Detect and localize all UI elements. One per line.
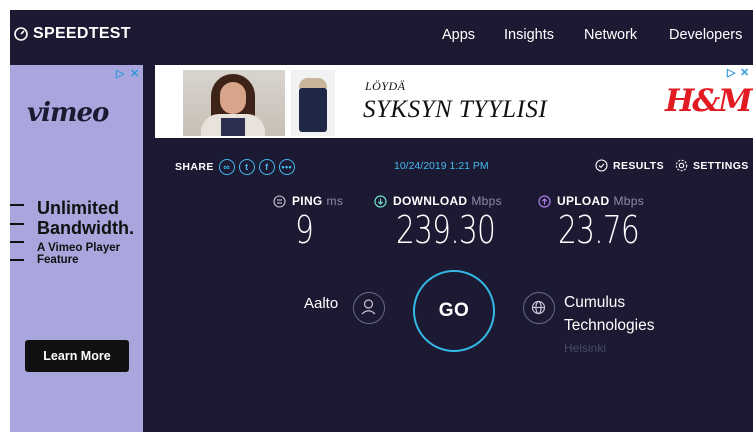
- ping-label: PING: [292, 194, 323, 208]
- speedtest-app: SPEEDTEST Apps Insights Network Develope…: [10, 10, 753, 432]
- ad-subtext: A Vimeo Player Feature: [37, 242, 121, 266]
- upload-icon: [538, 194, 551, 208]
- results-label: RESULTS: [613, 159, 665, 172]
- ad-headline: Unlimited Bandwidth.: [37, 198, 134, 238]
- server-location: Helsinki: [564, 341, 607, 355]
- test-datetime: 10/24/2019 1:21 PM: [394, 160, 489, 172]
- ad-divider: [10, 241, 24, 243]
- nav-network[interactable]: Network: [584, 27, 637, 43]
- user-icon[interactable]: [353, 292, 385, 324]
- share-label: SHARE: [175, 161, 214, 173]
- ad-divider: [10, 223, 24, 225]
- server-name[interactable]: Cumulus Technologies: [564, 291, 694, 337]
- top-header: SPEEDTEST Apps Insights Network Develope…: [10, 10, 753, 62]
- ad-photo-vest: [291, 70, 335, 136]
- download-icon: [374, 194, 387, 208]
- ping-value: 9: [295, 208, 314, 252]
- globe-icon[interactable]: [523, 292, 555, 324]
- ad-photo-child: [183, 70, 285, 136]
- results-link[interactable]: RESULTS: [595, 159, 664, 172]
- ad-tagline-small: LÖYDÄ: [365, 79, 406, 93]
- link-icon[interactable]: ∞: [218, 159, 235, 175]
- ad-divider: [10, 259, 24, 261]
- download-label: DOWNLOAD: [393, 194, 468, 208]
- ping-unit: ms: [326, 194, 344, 208]
- settings-link[interactable]: SETTINGS: [675, 159, 749, 172]
- upload-unit: Mbps: [613, 194, 645, 208]
- go-button[interactable]: GO: [413, 270, 495, 352]
- nav-insights[interactable]: Insights: [504, 27, 554, 43]
- ad-choices-icon[interactable]: ▷: [727, 66, 735, 79]
- nav-apps[interactable]: Apps: [442, 27, 475, 43]
- ad-divider: [10, 204, 24, 206]
- share-bar: SHARE ∞ t f •••: [175, 159, 295, 175]
- nav-developers[interactable]: Developers: [669, 27, 742, 43]
- speedtest-logo[interactable]: SPEEDTEST: [14, 25, 131, 43]
- vimeo-ad[interactable]: ▷ ✕ vimeo Unlimited Bandwidth. A Vimeo P…: [10, 65, 143, 432]
- twitter-icon[interactable]: t: [238, 159, 255, 175]
- ad-close-icon[interactable]: ✕: [130, 67, 139, 80]
- hm-logo: H&M: [665, 83, 753, 119]
- download-value: 239.30: [396, 208, 496, 252]
- upload-label: UPLOAD: [557, 194, 610, 208]
- gear-icon: [675, 159, 688, 172]
- ad-tagline-large: SYKSYN TYYLISI: [363, 96, 548, 123]
- ad-choices-icon[interactable]: ▷: [116, 67, 124, 80]
- vimeo-logo: vimeo: [27, 98, 109, 128]
- download-header: DOWNLOAD Mbps: [374, 194, 502, 208]
- ad-close-icon[interactable]: ✕: [740, 66, 749, 79]
- facebook-icon[interactable]: f: [258, 159, 275, 175]
- learn-more-button[interactable]: Learn More: [25, 340, 129, 372]
- ping-icon: [273, 194, 286, 208]
- speedometer-icon: [14, 27, 28, 41]
- upload-value: 23.76: [558, 208, 640, 252]
- upload-header: UPLOAD Mbps: [538, 194, 644, 208]
- ping-header: PING ms: [273, 194, 343, 208]
- hm-banner-ad[interactable]: LÖYDÄ SYKSYN TYYLISI H&M ▷ ✕: [155, 65, 753, 138]
- isp-name[interactable]: Aalto: [304, 295, 338, 312]
- more-icon[interactable]: •••: [278, 159, 295, 175]
- download-unit: Mbps: [471, 194, 502, 208]
- check-circle-icon: [595, 159, 608, 172]
- logo-text: SPEEDTEST: [33, 25, 131, 42]
- settings-label: SETTINGS: [693, 159, 749, 172]
